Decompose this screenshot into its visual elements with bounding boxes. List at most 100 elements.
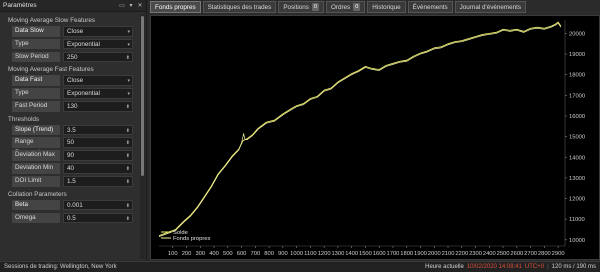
chevron-down-icon[interactable]: ▾ [127,89,130,99]
x-tick-label: 1200 [318,251,331,257]
y-tick-label: 17000 [569,93,585,99]
x-tick-label: 2900 [552,251,565,257]
param-label: Deviation Max [12,150,60,161]
tab-item[interactable]: Statistiques des trades [202,1,277,13]
close-icon[interactable]: ✕ [137,3,143,9]
stepper-arrows-icon[interactable]: ⬍ [126,126,130,136]
stepper-arrows-icon[interactable]: ⬍ [126,53,130,63]
param-row: Data Slow Close ▾ [0,26,139,37]
section-title: Collation Parameters [8,190,67,198]
stepper-arrows-icon[interactable]: ⬍ [126,214,130,224]
utc-offset: UTC+0 [524,264,545,270]
param-stepper[interactable]: 0.001 ⬍ [63,199,133,211]
tab-label: Historique [372,3,401,11]
stepper-arrows-icon[interactable]: ⬍ [126,102,130,112]
tab-item[interactable]: Évènements [407,1,453,13]
x-tick-label: 1500 [359,251,372,257]
x-tick-label: 1900 [414,251,427,257]
window-icon[interactable]: ▭ [119,3,125,9]
series-line [158,21,562,237]
param-stepper[interactable]: 40 ⬍ [63,163,133,174]
tab-label: Évènements [412,3,448,11]
param-dropdown[interactable]: Close ▾ [63,26,133,37]
param-row: Omega 0.5 ⬍ [0,212,139,224]
x-tick-label: 2000 [428,251,441,257]
x-tick-label: 1800 [400,251,413,257]
tab-label: Journal d'évènements [459,3,522,11]
stepper-arrows-icon[interactable]: ⬍ [126,177,130,187]
x-tick-label: 800 [264,251,274,257]
x-tick-label: 400 [209,251,219,257]
x-tick-label: 2500 [497,251,510,257]
param-label: Type [12,38,60,50]
x-tick-label: 2800 [538,251,551,257]
param-label: Slope (Trend) [12,124,60,136]
tab-bar: Fonds propres Statistiques des trades Posi… [150,1,528,13]
param-value-text: 90 [67,152,75,160]
param-label: Deviation Min [12,163,60,174]
tab-item[interactable]: Positions 0 [278,1,324,13]
tab-item[interactable]: Fonds propres [150,1,201,13]
status-bar: Sessions de trading: Wellington, New Yor… [0,261,600,272]
param-value-text: 1.5 [67,178,76,186]
param-dropdown[interactable]: Exponential ▾ [63,38,133,50]
x-tick-label: 100 [168,251,178,257]
stepper-arrows-icon[interactable]: ⬍ [126,151,130,161]
tab-item[interactable]: Journal d'évènements [454,1,527,13]
chevron-down-icon[interactable]: ▾ [127,27,130,37]
param-label: DOI Limit [12,176,60,187]
x-tick-label: 600 [237,251,247,257]
param-value-text: 250 [67,53,78,61]
y-tick-label: 12000 [569,197,585,203]
param-dropdown[interactable]: Exponential ▾ [63,88,133,99]
param-dropdown[interactable]: Close ▾ [63,75,133,86]
param-label: Data Slow [12,26,60,37]
pin-icon[interactable]: ▾ [128,3,134,9]
param-value-text: 0.001 [67,201,83,209]
server-time: 10/02/2020 14:08:41 [466,264,522,270]
chevron-down-icon[interactable]: ▾ [127,76,130,86]
server-time-label: Heure actuelle [425,264,464,270]
chevron-down-icon[interactable]: ▾ [127,40,130,50]
stepper-arrows-icon[interactable]: ⬍ [126,138,130,148]
x-tick-label: 2300 [469,251,482,257]
param-row: Slow Period 250 ⬍ [0,51,139,63]
param-row: Beta 0.001 ⬍ [0,199,139,211]
param-label: Fast Period [12,101,60,112]
scrollbar-thumb[interactable] [141,16,144,176]
y-tick-label: 14000 [569,155,585,161]
param-stepper[interactable]: 0.5 ⬍ [63,212,133,224]
parameters-scrollbar[interactable] [140,14,145,259]
x-tick-label: 1100 [304,251,316,257]
param-row: Deviation Max 90 ⬍ [0,150,139,161]
tab-item[interactable]: Historique [367,1,406,13]
param-stepper[interactable]: 90 ⬍ [63,150,133,161]
x-tick-label: 1600 [373,251,386,257]
stepper-arrows-icon[interactable]: ⬍ [126,164,130,174]
tab-label: Statistiques des trades [207,3,272,11]
parameters-header: Paramètres ▭ ▾ ✕ [0,0,146,12]
y-tick-label: 15000 [569,135,585,141]
y-tick-label: 11000 [569,217,585,223]
stepper-arrows-icon[interactable]: ⬍ [126,201,130,211]
param-value-text: 0.5 [67,214,76,222]
tab-item[interactable]: Ordres 0 [325,1,366,13]
section-title: Thresholds [8,115,40,123]
param-value-text: 40 [67,165,75,173]
param-stepper[interactable]: 50 ⬍ [63,137,133,148]
tab-count-badge: 0 [311,3,319,11]
x-tick-label: 700 [251,251,261,257]
param-stepper[interactable]: 130 ⬍ [63,101,133,112]
param-stepper[interactable]: 3.5 ⬍ [63,124,133,136]
chart-svg: 10000 11000 12000 13000 14000 15000 16000 17000… [158,20,585,257]
param-stepper[interactable]: 250 ⬍ [63,51,133,63]
status-right: Heure actuelle 10/02/2020 14:08:41 UTC+0… [425,264,600,270]
equity-chart[interactable]: 10000 11000 12000 13000 14000 15000 16000 17000… [150,15,600,260]
param-stepper[interactable]: 1.5 ⬍ [63,176,133,187]
tab-label: Fonds propres [155,3,196,11]
param-value-text: Exponential [67,40,100,48]
parameters-list: Moving Average Slow Features Data Slow Clo… [0,13,139,260]
param-row: Fast Period 130 ⬍ [0,101,139,112]
y-tick-label: 13000 [569,176,585,182]
x-tick-label: 2700 [524,251,537,257]
